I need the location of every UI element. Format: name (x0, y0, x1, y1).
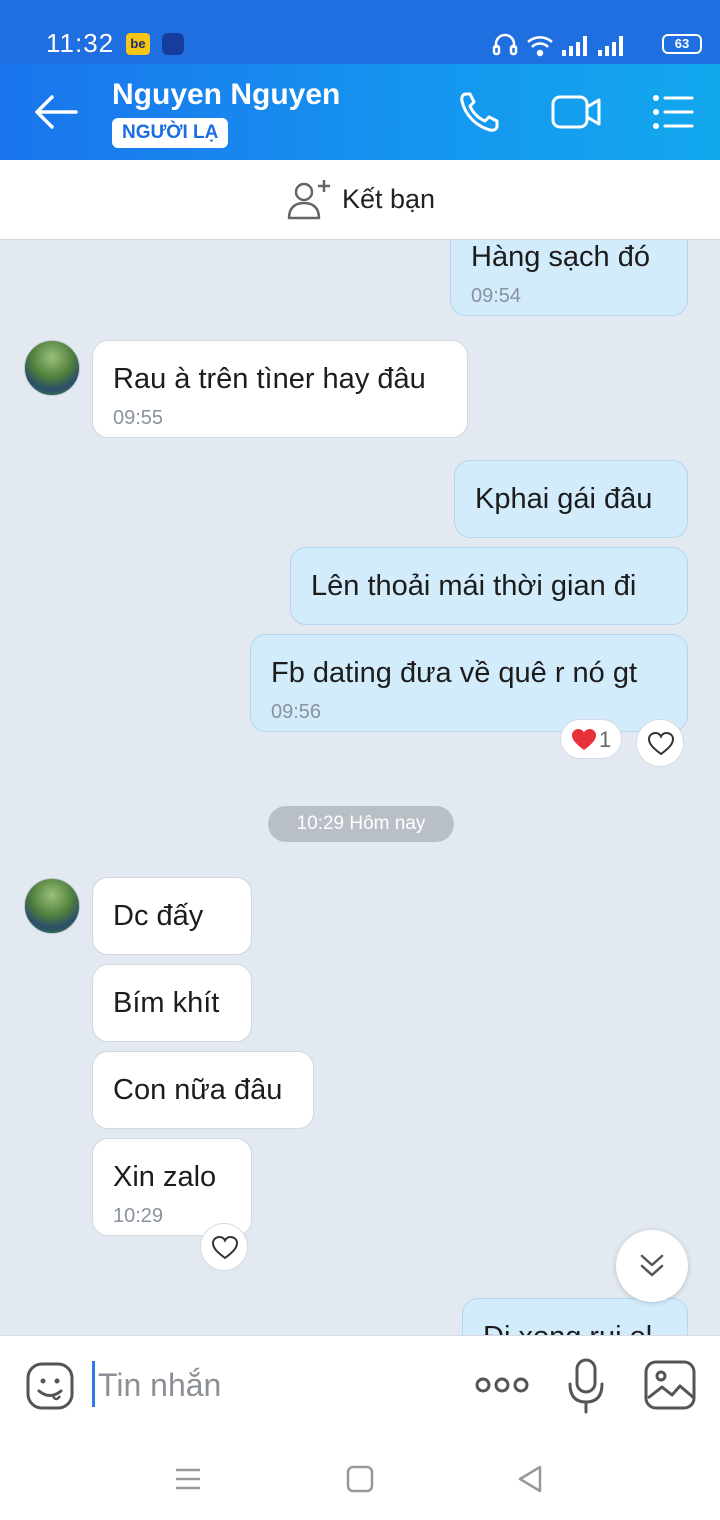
double-chevron-down-icon (640, 1254, 664, 1277)
scroll-to-bottom-button[interactable] (616, 1230, 688, 1302)
heart-outline-icon (648, 732, 674, 756)
message-text: Con nữa đâu (113, 1074, 283, 1106)
heart-outline-icon (212, 1236, 238, 1260)
text-cursor (92, 1361, 95, 1407)
message-bubble-incoming[interactable]: Xin zalo 10:29 (92, 1138, 252, 1236)
message-bubble-incoming[interactable]: Con nữa đâu (92, 1051, 314, 1129)
add-friend-label: Kết bạn (342, 184, 436, 214)
message-list[interactable]: Hàng sạch đó 09:54 Rau à trên tìner hay … (0, 240, 720, 1335)
message-bubble-outgoing[interactable]: Đi xong rui ol (462, 1298, 688, 1335)
heart-filled-icon (572, 729, 596, 750)
menu-icon[interactable] (648, 88, 700, 136)
message-bubble-incoming[interactable]: Bím khít (92, 964, 252, 1042)
message-text: Hàng sạch đó (471, 241, 650, 273)
system-nav-bar (0, 1435, 720, 1520)
message-time: 09:56 (271, 701, 322, 723)
be-app-icon: be (126, 33, 150, 55)
message-text: Lên thoải mái thời gian đi (311, 570, 637, 602)
reaction-count: 1 (599, 727, 612, 752)
message-bubble-outgoing[interactable]: Hàng sạch đó 09:54 (450, 240, 688, 316)
back-arrow-icon[interactable] (30, 90, 80, 134)
message-text: Xin zalo (113, 1161, 217, 1193)
wifi-icon (527, 36, 553, 57)
message-input[interactable] (98, 1360, 438, 1410)
battery-icon: 63 (662, 34, 702, 54)
message-bubble-incoming[interactable]: Rau à trên tìner hay đâu 09:55 (92, 340, 468, 438)
microphone-icon[interactable] (566, 1358, 606, 1414)
reaction-count-badge[interactable]: 1 (560, 719, 622, 759)
recent-apps-icon[interactable] (170, 1461, 206, 1497)
avatar[interactable] (24, 878, 80, 934)
app-grid-icon (162, 33, 184, 55)
add-friend-icon (287, 180, 330, 220)
message-bubble-outgoing[interactable]: Kphai gái đâu (454, 460, 688, 538)
react-button[interactable] (200, 1223, 248, 1271)
home-icon[interactable] (342, 1461, 378, 1497)
more-options-icon[interactable] (474, 1370, 530, 1400)
message-text: Kphai gái đâu (475, 483, 653, 515)
phone-call-icon[interactable] (456, 88, 508, 136)
date-divider: 10:29 Hôm nay (268, 806, 454, 842)
chat-header: Nguyen Nguyen NGƯỜI LẠ (0, 64, 720, 160)
message-text: Fb dating đưa về quê r nó gt (271, 657, 638, 689)
message-time: 09:55 (113, 407, 164, 429)
message-bubble-outgoing[interactable]: Lên thoải mái thời gian đi (290, 547, 688, 625)
message-bubble-outgoing[interactable]: Fb dating đưa về quê r nó gt 09:56 (250, 634, 688, 732)
status-icons (492, 33, 623, 57)
message-bubble-incoming[interactable]: Dc đấy (92, 877, 252, 955)
signal-icon (562, 36, 623, 56)
sticker-emoji-icon[interactable] (26, 1362, 74, 1410)
image-gallery-icon[interactable] (644, 1360, 696, 1410)
headset-icon (492, 33, 518, 56)
add-friend-bar[interactable]: Kết bạn (0, 160, 720, 240)
avatar[interactable] (24, 340, 80, 396)
message-text: Dc đấy (113, 900, 204, 932)
back-nav-icon[interactable] (512, 1461, 548, 1497)
status-bar: 11:32 be 63 (0, 0, 720, 64)
contact-name[interactable]: Nguyen Nguyen (112, 78, 340, 112)
message-text: Đi xong rui ol (483, 1321, 652, 1335)
message-time: 09:54 (471, 285, 522, 307)
message-text: Bím khít (113, 987, 220, 1019)
message-text: Rau à trên tìner hay đâu (113, 363, 426, 395)
message-time: 10:29 (113, 1205, 164, 1227)
message-input-bar (0, 1335, 720, 1435)
react-button[interactable] (636, 719, 684, 767)
status-time: 11:32 (46, 28, 115, 58)
video-call-icon[interactable] (550, 88, 602, 136)
stranger-badge: NGƯỜI LẠ (112, 118, 229, 148)
